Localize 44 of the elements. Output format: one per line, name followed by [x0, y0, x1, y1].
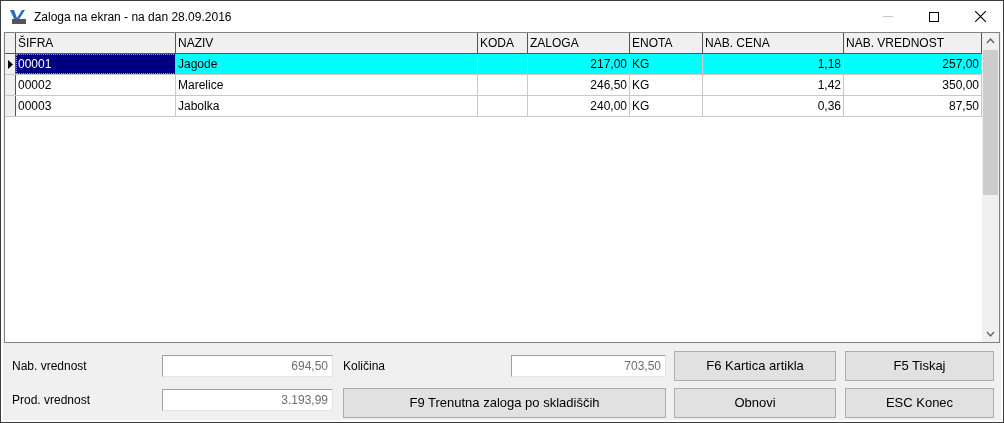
- table-cell: KG: [630, 75, 703, 95]
- row-header[interactable]: [5, 54, 16, 74]
- table-cell: Jabolka: [176, 96, 478, 116]
- table-cell: 1,18: [703, 54, 844, 74]
- input-field[interactable]: 694,50: [162, 355, 333, 377]
- print-button[interactable]: F5 Tiskaj: [845, 351, 994, 381]
- column-header[interactable]: NAB. CENA: [703, 33, 844, 53]
- table-cell: 240,00: [528, 96, 630, 116]
- row-header[interactable]: [5, 75, 16, 95]
- table-cell: 1,42: [703, 75, 844, 95]
- table-cell: 00002: [16, 75, 176, 95]
- column-header[interactable]: ENOTA: [630, 33, 703, 53]
- table-cell: KG: [630, 96, 703, 116]
- field-label: Nab. vrednost: [12, 358, 88, 375]
- field-label: Količina: [343, 358, 387, 375]
- column-header[interactable]: NAZIV: [176, 33, 478, 53]
- table-cell: Marelice: [176, 75, 478, 95]
- field-label: Prod. vrednost: [12, 392, 92, 409]
- item-card-button[interactable]: F6 Kartica artikla: [674, 351, 836, 381]
- row-header[interactable]: [5, 96, 16, 116]
- scrollbar-thumb[interactable]: [983, 50, 998, 195]
- column-header[interactable]: KODA: [478, 33, 528, 53]
- table-row[interactable]: 00002 Marelice 246,50 KG 1,42 350,00: [5, 75, 982, 96]
- stock-by-warehouse-button[interactable]: F9 Trenutna zaloga po skladiščih: [343, 388, 666, 418]
- table-cell: 00001: [16, 54, 176, 74]
- refresh-button[interactable]: Obnovi: [674, 388, 836, 418]
- table-cell: 246,50: [528, 75, 630, 95]
- current-row-icon: [7, 59, 13, 69]
- table-cell: 0,36: [703, 96, 844, 116]
- column-header[interactable]: ZALOGA: [528, 33, 630, 53]
- window-title: Zaloga na ekran - na dan 28.09.2016: [34, 8, 232, 26]
- exit-button[interactable]: ESC Konec: [845, 388, 994, 418]
- table-row[interactable]: 00003 Jabolka 240,00 KG 0,36 87,50: [5, 96, 982, 117]
- table-cell: Jagode: [176, 54, 478, 74]
- close-icon[interactable]: [974, 11, 986, 22]
- table-row[interactable]: 00001 Jagode 217,00 KG 1,18 257,00: [5, 54, 982, 75]
- table-cell: KG: [630, 54, 703, 74]
- app-icon: [9, 8, 27, 25]
- table-cell: 00003: [16, 96, 176, 116]
- input-field[interactable]: 3.193,99: [162, 389, 333, 411]
- input-field[interactable]: 703,50: [511, 355, 666, 377]
- scrollbar[interactable]: [982, 33, 999, 342]
- column-header[interactable]: ŠIFRA: [16, 33, 176, 53]
- table-cell: 217,00: [528, 54, 630, 74]
